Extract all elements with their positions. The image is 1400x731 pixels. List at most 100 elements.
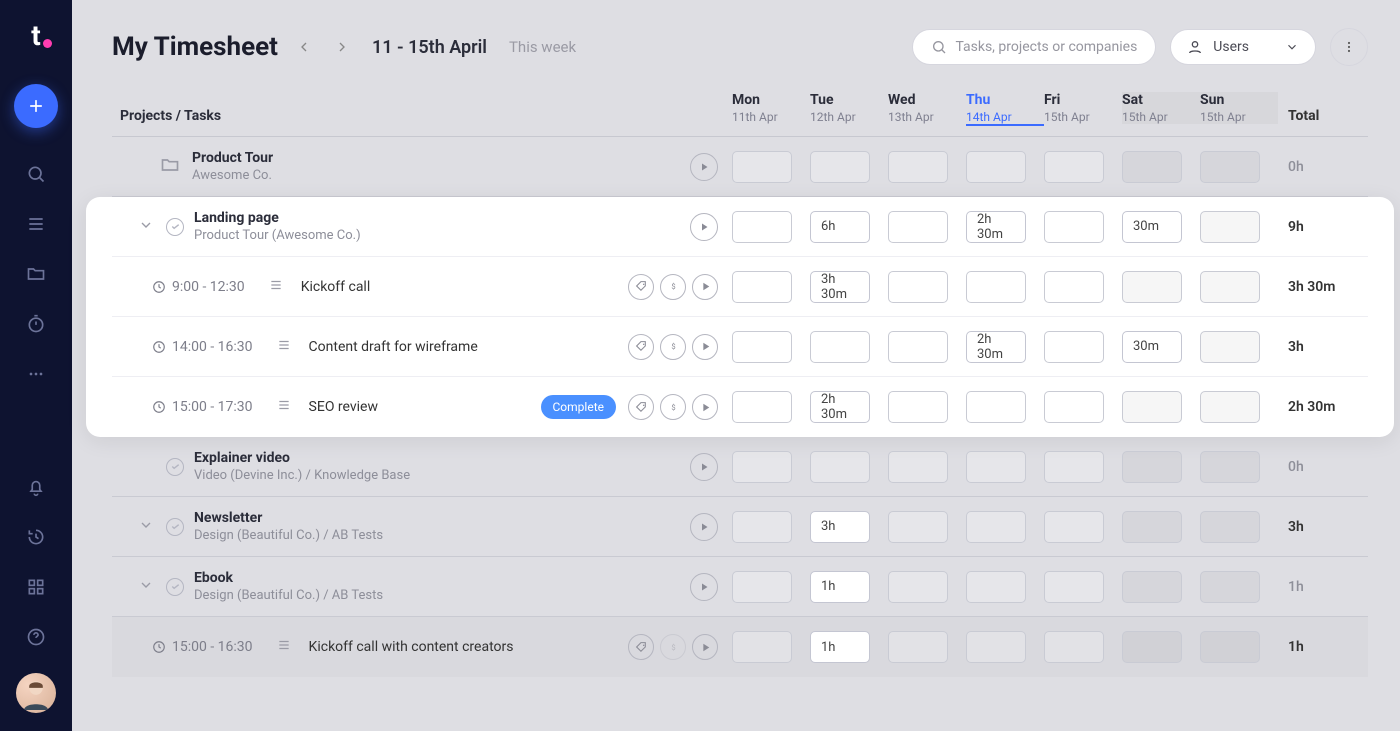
time-cell[interactable] [1122,511,1200,543]
row-name[interactable]: Product Tour [192,150,273,166]
nav-search[interactable] [16,154,56,194]
time-cell[interactable] [1044,211,1122,243]
play-button[interactable] [690,153,718,181]
time-cell[interactable] [810,331,888,363]
prev-period-button[interactable] [292,35,316,59]
time-cell[interactable] [1200,271,1278,303]
time-cell[interactable] [1122,451,1200,483]
time-cell[interactable]: 6h [810,211,888,243]
time-cell[interactable] [1200,391,1278,423]
user-avatar[interactable] [16,673,56,713]
time-cell[interactable] [1200,511,1278,543]
time-cell[interactable] [888,271,966,303]
time-cell[interactable] [732,511,810,543]
time-cell[interactable] [1044,571,1122,603]
expand-toggle[interactable] [138,517,156,537]
time-cell[interactable] [1044,631,1122,663]
complete-toggle[interactable] [166,518,184,536]
time-cell[interactable] [732,571,810,603]
play-button[interactable] [690,213,718,241]
row-name[interactable]: Newsletter [194,510,383,526]
time-cell[interactable] [1044,391,1122,423]
subtask-name[interactable]: Kickoff call with content creators [309,639,514,655]
row-name[interactable]: Explainer video [194,450,410,466]
time-cell[interactable] [810,451,888,483]
time-cell[interactable] [1200,631,1278,663]
subtask-name[interactable]: Kickoff call [301,279,371,295]
expand-toggle[interactable] [138,217,156,237]
tag-button[interactable] [628,334,654,360]
time-cell[interactable] [888,511,966,543]
subtask-name[interactable]: SEO review [309,399,378,415]
billable-button[interactable]: $ [660,274,686,300]
time-cell[interactable] [1122,151,1200,183]
play-button[interactable] [690,573,718,601]
time-cell[interactable] [732,631,810,663]
time-cell[interactable] [966,391,1044,423]
row-name[interactable]: Ebook [194,570,383,586]
time-cell[interactable] [1044,151,1122,183]
next-period-button[interactable] [330,35,354,59]
time-cell[interactable] [732,151,810,183]
time-cell[interactable] [888,571,966,603]
time-cell[interactable] [1044,451,1122,483]
time-cell[interactable] [1200,331,1278,363]
time-cell[interactable] [1122,391,1200,423]
time-cell[interactable]: 30m [1122,211,1200,243]
tag-button[interactable] [628,394,654,420]
play-button[interactable] [690,453,718,481]
time-cell[interactable] [888,451,966,483]
nav-history[interactable] [16,517,56,557]
time-cell[interactable] [888,331,966,363]
time-cell[interactable]: 3h 30m [810,271,888,303]
complete-toggle[interactable] [166,578,184,596]
time-cell[interactable]: 3h [810,511,888,543]
expand-toggle[interactable] [138,577,156,597]
nav-list[interactable] [16,204,56,244]
nav-notifications[interactable] [16,467,56,507]
time-cell[interactable] [888,631,966,663]
time-cell[interactable] [966,631,1044,663]
time-cell[interactable]: 2h 30m [966,211,1044,243]
search-input[interactable]: Tasks, projects or companies [912,29,1156,65]
time-cell[interactable] [732,211,810,243]
play-button[interactable] [690,513,718,541]
page-more-button[interactable] [1330,28,1368,66]
date-range[interactable]: 11 - 15th April [372,37,487,58]
play-button[interactable] [692,274,718,300]
time-cell[interactable]: 2h 30m [966,331,1044,363]
time-cell[interactable] [1044,271,1122,303]
time-cell[interactable] [966,571,1044,603]
play-button[interactable] [692,634,718,660]
time-cell[interactable] [1200,571,1278,603]
time-cell[interactable] [810,151,888,183]
billable-button[interactable]: $ [660,394,686,420]
subtask-name[interactable]: Content draft for wireframe [309,339,478,355]
time-cell[interactable] [966,451,1044,483]
time-cell[interactable] [732,271,810,303]
time-cell[interactable] [1044,511,1122,543]
billable-button[interactable]: $ [660,334,686,360]
time-cell[interactable]: 2h 30m [810,391,888,423]
time-cell[interactable]: 1h [810,631,888,663]
tag-button[interactable] [628,274,654,300]
nav-timer[interactable] [16,304,56,344]
time-cell[interactable] [966,511,1044,543]
time-cell[interactable] [732,451,810,483]
play-button[interactable] [692,334,718,360]
time-cell[interactable] [1122,631,1200,663]
nav-folder[interactable] [16,254,56,294]
nav-help[interactable] [16,617,56,657]
time-cell[interactable]: 1h [810,571,888,603]
time-cell[interactable] [1200,151,1278,183]
time-cell[interactable] [888,391,966,423]
time-cell[interactable] [1122,571,1200,603]
time-cell[interactable] [966,151,1044,183]
this-week-label[interactable]: This week [509,38,576,56]
time-cell[interactable] [1044,331,1122,363]
time-cell[interactable] [888,151,966,183]
time-cell[interactable] [732,391,810,423]
complete-toggle[interactable] [166,218,184,236]
time-cell[interactable] [732,331,810,363]
time-cell[interactable] [1200,451,1278,483]
